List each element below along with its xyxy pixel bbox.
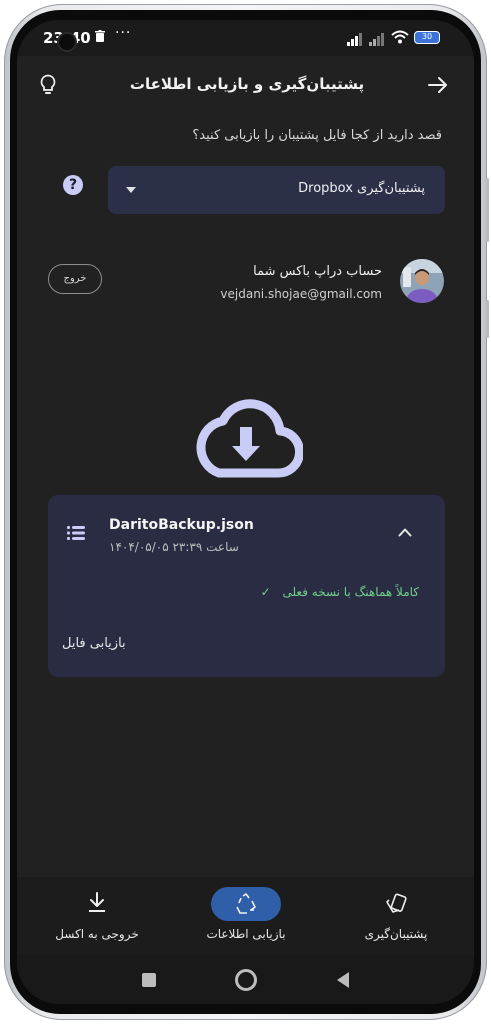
bottom-navigation: خروجی به اکسل بازیابی اطلاعات پشتیبان‌گی…: [17, 877, 474, 955]
status-bar: 23:40 ··· 30: [17, 20, 474, 56]
front-camera: [59, 34, 75, 50]
backup-file-name: DaritoBackup.json: [109, 517, 254, 533]
account-title: حساب دراپ باکس شما: [253, 264, 382, 279]
file-list-icon: [67, 526, 85, 540]
cloud-download-icon: [196, 399, 303, 478]
backup-file-card[interactable]: DaritoBackup.json ساعت ۲۳:۳۹ ۱۴۰۴/۰۵/۰۵ …: [48, 495, 445, 677]
arrow-forward-icon[interactable]: [428, 76, 448, 94]
logout-button[interactable]: خروج: [48, 264, 102, 294]
wifi-icon: [391, 30, 409, 44]
backup-layers-icon: [386, 893, 407, 913]
download-icon: [89, 892, 105, 912]
avatar: [400, 259, 444, 303]
dropdown-arrow-icon: [126, 187, 136, 193]
check-icon: ✓: [260, 585, 271, 599]
source-dropdown-value: پشتیبان‌گیری Dropbox: [298, 181, 425, 196]
volume-button: [486, 178, 489, 242]
system-navigation-bar: [17, 955, 474, 1004]
nav-label-backup: پشتیبان‌گیری: [364, 927, 428, 941]
sync-status-text: کاملاً هماهنگ با نسخه فعلی: [282, 585, 419, 599]
nav-backup[interactable]: پشتیبان‌گیری: [331, 877, 461, 955]
chevron-up-icon[interactable]: [398, 527, 412, 537]
back-button[interactable]: [337, 972, 349, 988]
app-screen: 23:40 ··· 30 پشتیبان‌گیری و بازیابی اطلا…: [17, 20, 474, 1004]
signal-icon-2: [369, 33, 384, 46]
trash-icon: [95, 30, 105, 42]
sync-status: کاملاً هماهنگ با نسخه فعلی ✓: [261, 585, 419, 599]
nav-restore-data[interactable]: بازیابی اطلاعات: [181, 877, 311, 955]
power-button: [486, 300, 489, 338]
restore-source-question: قصد دارید از کجا فایل پشتیبان را بازیابی…: [192, 128, 442, 143]
backup-file-date: ساعت ۲۳:۳۹ ۱۴۰۴/۰۵/۰۵: [109, 540, 239, 554]
nav-export-excel[interactable]: خروجی به اکسل: [31, 877, 161, 955]
help-icon[interactable]: ?: [63, 175, 83, 195]
page-title: پشتیبان‌گیری و بازیابی اطلاعات: [129, 75, 365, 93]
account-email: vejdani.shojae@gmail.com: [220, 287, 382, 301]
battery-indicator: 30: [414, 31, 440, 44]
recycle-icon: [236, 893, 256, 914]
recent-apps-button[interactable]: [142, 973, 156, 987]
source-dropdown[interactable]: پشتیبان‌گیری Dropbox: [108, 166, 445, 214]
nav-label-restore: بازیابی اطلاعات: [206, 927, 286, 941]
restore-file-button[interactable]: بازیابی فایل: [62, 636, 126, 651]
signal-icon: [347, 33, 362, 46]
home-button[interactable]: [235, 969, 257, 991]
lightbulb-icon[interactable]: [39, 74, 57, 96]
nav-label-export: خروجی به اکسل: [55, 927, 139, 941]
more-notifications-icon: ···: [115, 25, 132, 41]
